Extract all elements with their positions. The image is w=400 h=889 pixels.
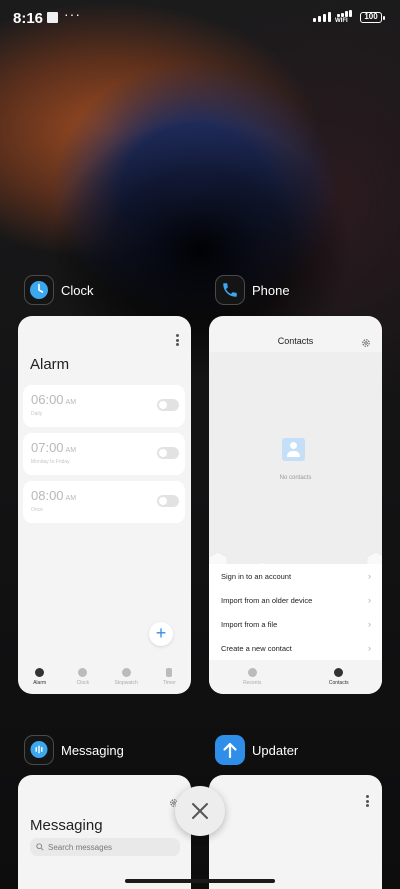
clock-app-header[interactable]: Clock xyxy=(24,275,94,305)
chevron-right-icon: › xyxy=(368,595,371,605)
battery-icon: 100 xyxy=(360,12,385,23)
alarm-time: 08:00 xyxy=(31,488,64,503)
alarm-item[interactable]: 07:00 AM Monday to Friday xyxy=(23,433,185,475)
message-icon xyxy=(24,735,54,765)
more-options-icon[interactable] xyxy=(176,334,179,346)
messaging-title: Messaging xyxy=(30,817,103,834)
updater-app-card[interactable] xyxy=(209,775,382,889)
tab-label: Clock xyxy=(76,680,90,686)
messaging-app-name: Messaging xyxy=(61,742,124,758)
phone-icon xyxy=(215,275,245,305)
tab-label: Contacts xyxy=(328,680,349,686)
alarm-period: AM xyxy=(65,495,77,502)
alarm-period: AM xyxy=(65,447,77,454)
alarm-time: 06:00 xyxy=(31,392,64,407)
clock-tab-icon xyxy=(78,668,88,677)
import-file-option[interactable]: Import from a file › xyxy=(209,612,382,636)
updater-app-header[interactable]: Updater xyxy=(215,735,298,765)
alarm-item[interactable]: 08:00 AM Once xyxy=(23,481,185,523)
alarm-period: AM xyxy=(65,399,77,406)
alarm-time: 07:00 xyxy=(31,440,64,455)
tab-stopwatch[interactable]: Stopwatch xyxy=(105,662,148,694)
sign-in-account-option[interactable]: Sign in to an account › xyxy=(209,564,382,588)
updater-app-name: Updater xyxy=(252,742,299,758)
alarm-repeat: Once xyxy=(31,507,43,513)
status-time: 8:16 xyxy=(13,10,44,27)
alarm-repeat: Daily xyxy=(31,411,43,417)
status-bar: 8:16 ··· WIFI 100 xyxy=(0,0,400,36)
recents-icon xyxy=(247,668,257,677)
create-contact-option[interactable]: Create a new contact › xyxy=(209,636,382,660)
alarm-toggle[interactable] xyxy=(157,399,179,411)
option-label: Import from a file xyxy=(221,619,278,629)
clock-app-name: Clock xyxy=(61,282,94,298)
stopwatch-icon xyxy=(121,668,131,677)
clock-tab-bar: Alarm Clock Stopwatch Timer xyxy=(18,662,191,694)
tab-label: Recents xyxy=(243,680,262,686)
phone-app-name: Phone xyxy=(252,282,290,298)
clock-icon xyxy=(24,275,54,305)
add-alarm-button[interactable]: + xyxy=(149,622,173,646)
no-contacts-text: No contacts xyxy=(279,475,312,481)
close-icon xyxy=(192,803,208,819)
more-notifications-icon: ··· xyxy=(64,6,81,22)
alarm-toggle[interactable] xyxy=(157,447,179,459)
timer-icon xyxy=(166,668,173,677)
messaging-app-card[interactable]: Messaging Search messages xyxy=(18,775,191,889)
tab-timer[interactable]: Timer xyxy=(148,662,191,694)
search-placeholder: Search messages xyxy=(48,842,113,852)
tab-alarm[interactable]: Alarm xyxy=(18,662,61,694)
contacts-icon xyxy=(334,668,344,677)
wifi-label: WIFI xyxy=(335,18,348,24)
more-options-icon[interactable] xyxy=(366,795,369,807)
chevron-right-icon: › xyxy=(368,619,371,629)
arrow-up-icon xyxy=(215,735,245,765)
tab-label: Timer xyxy=(163,680,176,686)
contact-placeholder-icon xyxy=(282,438,305,461)
option-label: Create a new contact xyxy=(221,643,292,653)
notification-icon xyxy=(47,12,58,23)
option-label: Import from an older device xyxy=(221,595,313,605)
search-input[interactable]: Search messages xyxy=(30,838,180,856)
option-label: Sign in to an account xyxy=(221,571,292,581)
search-icon xyxy=(36,843,44,851)
wifi-icon: WIFI xyxy=(335,10,355,26)
tab-contacts[interactable]: Contacts xyxy=(296,662,383,694)
alarm-icon xyxy=(35,668,45,677)
chevron-right-icon: › xyxy=(368,643,371,653)
home-indicator[interactable] xyxy=(125,879,275,883)
gear-icon[interactable] xyxy=(361,335,371,353)
clock-app-card[interactable]: Alarm 06:00 AM Daily 07:00 AM Monday to Fr… xyxy=(18,316,191,694)
tab-recents[interactable]: Recents xyxy=(209,662,296,694)
phone-app-header[interactable]: Phone xyxy=(215,275,290,305)
alarm-item[interactable]: 06:00 AM Daily xyxy=(23,385,185,427)
contacts-options-list: Sign in to an account › Import from an ol… xyxy=(209,564,382,660)
contacts-title: Contacts xyxy=(277,336,314,346)
tab-clock[interactable]: Clock xyxy=(61,662,104,694)
tab-label: Alarm xyxy=(33,680,47,686)
signal-icon xyxy=(313,12,331,22)
chevron-right-icon: › xyxy=(368,571,371,581)
tab-label: Stopwatch xyxy=(114,680,138,686)
phone-app-card[interactable]: Contacts No contacts Sign in to an accou… xyxy=(209,316,382,694)
import-older-device-option[interactable]: Import from an older device › xyxy=(209,588,382,612)
alarm-toggle[interactable] xyxy=(157,495,179,507)
alarm-repeat: Monday to Friday xyxy=(31,459,70,465)
clock-page-title: Alarm xyxy=(30,356,70,373)
phone-tab-bar: Recents Contacts xyxy=(209,662,382,694)
clear-all-button[interactable] xyxy=(175,786,225,836)
messaging-app-header[interactable]: Messaging xyxy=(24,735,124,765)
